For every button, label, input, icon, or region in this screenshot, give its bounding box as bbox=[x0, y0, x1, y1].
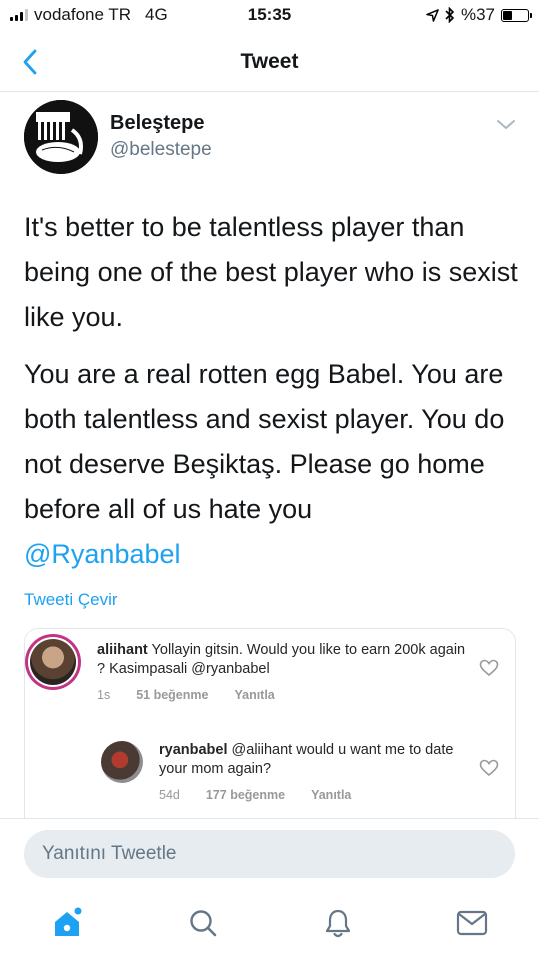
comment-reply: Yanıtla bbox=[311, 788, 352, 802]
comment-user: aliihant bbox=[97, 642, 148, 658]
notifications-icon bbox=[325, 909, 351, 938]
chevron-down-icon bbox=[497, 120, 515, 129]
avatar bbox=[101, 741, 143, 783]
comment-text: aliihant Yollayin gitsin. Would you like… bbox=[97, 641, 477, 679]
page-title: Tweet bbox=[240, 50, 299, 73]
author-name[interactable]: Beleştepe bbox=[110, 112, 205, 135]
tab-notifications[interactable] bbox=[321, 906, 355, 940]
tab-messages[interactable] bbox=[455, 906, 489, 940]
comment-likes: 51 beğenme bbox=[136, 688, 209, 702]
heart-icon bbox=[479, 759, 499, 777]
tweet-image[interactable]: aliihant Yollayin gitsin. Would you like… bbox=[24, 628, 516, 818]
tweet-paragraph-2: You are a real rotten egg Babel. You are… bbox=[24, 352, 519, 577]
comment-likes: 177 beğenme bbox=[205, 788, 286, 802]
tweet-text: It's better to be talentless player than… bbox=[24, 205, 519, 577]
author-avatar[interactable] bbox=[24, 100, 98, 174]
tab-search[interactable] bbox=[186, 906, 220, 940]
belestepe-logo-icon bbox=[24, 100, 98, 174]
home-icon bbox=[55, 907, 82, 936]
mention-link[interactable]: @Ryanbabel bbox=[24, 539, 181, 569]
reply-bar: Yanıtını Tweetle bbox=[0, 818, 539, 888]
status-bar: vodafone TR 4G 15:35 %37 bbox=[0, 0, 539, 34]
tweet-options-button[interactable] bbox=[495, 116, 517, 132]
nav-bar: Tweet bbox=[0, 34, 539, 92]
battery-icon bbox=[501, 8, 532, 22]
comment-time: 54d bbox=[159, 788, 180, 802]
comment-reply: Yanıtla bbox=[234, 688, 275, 702]
search-icon bbox=[190, 910, 217, 937]
author-handle[interactable]: @belestepe bbox=[110, 139, 212, 161]
bluetooth-icon bbox=[445, 7, 455, 23]
avatar bbox=[25, 634, 81, 690]
tweet-paragraph-2-text: You are a real rotten egg Babel. You are… bbox=[24, 359, 505, 524]
comment-time: 1s bbox=[97, 688, 111, 702]
tab-bar bbox=[0, 888, 539, 960]
comment-meta: 1s 51 beğenme Yanıtla bbox=[97, 688, 275, 702]
comment-body: Yollayin gitsin. Would you like to earn … bbox=[97, 642, 466, 677]
translate-link[interactable]: Tweeti Çevir bbox=[24, 590, 118, 610]
reply-input[interactable]: Yanıtını Tweetle bbox=[24, 830, 515, 878]
tweet-paragraph-1: It's better to be talentless player than… bbox=[24, 212, 518, 332]
comment-user: ryanbabel bbox=[159, 742, 228, 758]
status-right: %37 bbox=[426, 5, 532, 25]
comment-meta: 54d 177 beğenme Yanıtla bbox=[159, 788, 351, 802]
battery-percent: %37 bbox=[460, 5, 495, 24]
tab-home[interactable] bbox=[50, 906, 84, 940]
heart-icon bbox=[479, 659, 499, 677]
battery-fill bbox=[503, 10, 512, 20]
messages-icon bbox=[456, 910, 488, 936]
location-arrow-icon bbox=[426, 8, 439, 22]
comment-text: ryanbabel @aliihant would u want me to d… bbox=[159, 741, 459, 779]
